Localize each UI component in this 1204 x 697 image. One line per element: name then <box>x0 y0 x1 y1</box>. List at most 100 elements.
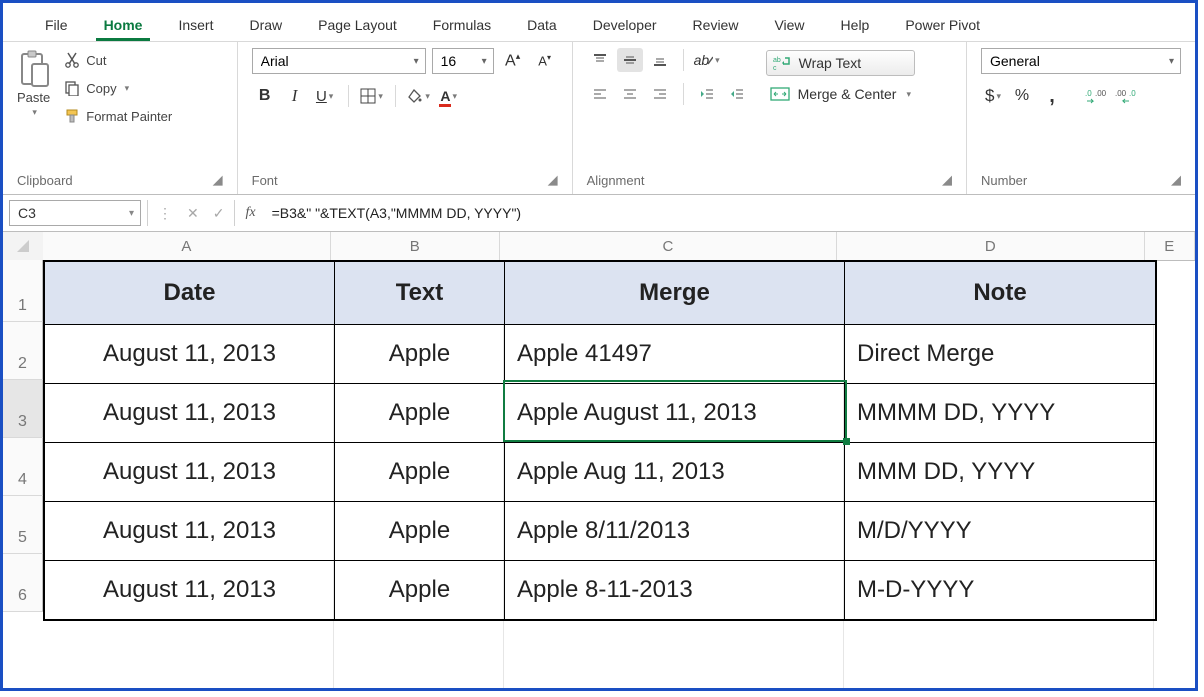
align-bottom-button[interactable] <box>647 48 673 72</box>
table-cell[interactable]: MMMM DD, YYYY <box>845 384 1155 442</box>
align-top-button[interactable] <box>587 48 613 72</box>
dialog-launcher-icon[interactable]: ◢ <box>213 172 223 188</box>
table-cell[interactable]: Apple <box>335 502 505 560</box>
decrease-font-button[interactable]: A▾ <box>532 49 558 73</box>
tab-data[interactable]: Data <box>509 11 575 41</box>
increase-indent-button[interactable] <box>724 82 750 106</box>
worksheet[interactable]: ABCDE 123456 DateTextMergeNote August 11,… <box>3 232 1195 691</box>
table-cell[interactable]: Apple 8-11-2013 <box>505 561 845 619</box>
borders-button[interactable]: ▾ <box>359 84 385 108</box>
table-cell[interactable]: August 11, 2013 <box>45 384 335 442</box>
table-header[interactable]: Date <box>45 262 335 324</box>
table-cell[interactable]: M/D/YYYY <box>845 502 1155 560</box>
align-left-button[interactable] <box>587 82 613 106</box>
italic-button[interactable]: I <box>282 84 308 108</box>
cancel-icon[interactable]: ✕ <box>187 205 199 222</box>
formula-bar: C3▾ ⋮ ✕ ✓ fx =B3&" "&TEXT(A3,"MMMM DD, Y… <box>3 195 1195 232</box>
fill-color-button[interactable]: ▾ <box>406 84 432 108</box>
table-cell[interactable]: Apple <box>335 325 505 383</box>
excel-window: FileHomeInsertDrawPage LayoutFormulasDat… <box>0 0 1198 691</box>
underline-button[interactable]: U▾ <box>312 84 338 108</box>
separator <box>683 83 684 105</box>
comma-button[interactable]: , <box>1039 84 1065 108</box>
font-size-input[interactable] <box>439 52 478 70</box>
fx-label[interactable]: fx <box>235 205 265 221</box>
table-cell[interactable]: Apple <box>335 443 505 501</box>
cut-button[interactable]: Cut <box>60 50 176 70</box>
name-box[interactable]: C3▾ <box>9 200 141 226</box>
dialog-launcher-icon[interactable]: ◢ <box>942 172 952 188</box>
bold-button[interactable]: B <box>252 84 278 108</box>
row-header-5[interactable]: 5 <box>3 496 43 554</box>
svg-text:.00: .00 <box>1115 89 1127 98</box>
table-cell[interactable]: M-D-YYYY <box>845 561 1155 619</box>
row-header-6[interactable]: 6 <box>3 554 43 612</box>
table-cell[interactable]: Apple <box>335 561 505 619</box>
tab-insert[interactable]: Insert <box>160 11 231 41</box>
table-cell[interactable]: Apple August 11, 2013 <box>505 384 845 442</box>
number-format-combo[interactable]: ▾ <box>981 48 1181 74</box>
wrap-text-button[interactable]: abc Wrap Text <box>766 50 915 76</box>
table-cell[interactable]: August 11, 2013 <box>45 561 335 619</box>
decrease-decimal-button[interactable]: .00.0 <box>1113 84 1139 108</box>
enter-icon[interactable]: ✓ <box>213 205 225 222</box>
col-header-D[interactable]: D <box>837 232 1145 260</box>
table-cell[interactable]: Apple <box>335 384 505 442</box>
chevron-down-icon: ▾ <box>125 83 130 94</box>
copy-button[interactable]: Copy ▾ <box>60 78 176 98</box>
align-right-button[interactable] <box>647 82 673 106</box>
table-cell[interactable]: Apple Aug 11, 2013 <box>505 443 845 501</box>
col-header-C[interactable]: C <box>500 232 837 260</box>
tab-power-pivot[interactable]: Power Pivot <box>887 11 998 41</box>
table-cell[interactable]: Direct Merge <box>845 325 1155 383</box>
row-header-3[interactable]: 3 <box>3 380 43 438</box>
tab-review[interactable]: Review <box>675 11 757 41</box>
decrease-indent-button[interactable] <box>694 82 720 106</box>
font-name-combo[interactable]: ▾ <box>252 48 426 74</box>
tab-draw[interactable]: Draw <box>231 11 300 41</box>
row-header-4[interactable]: 4 <box>3 438 43 496</box>
row-header-1[interactable]: 1 <box>3 260 43 322</box>
tab-formulas[interactable]: Formulas <box>415 11 509 41</box>
format-painter-button[interactable]: Format Painter <box>60 106 176 126</box>
percent-button[interactable]: % <box>1009 84 1035 108</box>
tab-help[interactable]: Help <box>823 11 888 41</box>
tab-view[interactable]: View <box>756 11 822 41</box>
select-all-corner[interactable] <box>3 232 44 261</box>
chevron-down-icon: ▾ <box>378 91 383 102</box>
increase-decimal-button[interactable]: .0.00 <box>1083 84 1109 108</box>
table-cell[interactable]: August 11, 2013 <box>45 502 335 560</box>
tab-file[interactable]: File <box>27 11 86 41</box>
col-header-B[interactable]: B <box>331 232 500 260</box>
font-name-input[interactable] <box>259 52 410 70</box>
table-cell[interactable]: Apple 41497 <box>505 325 845 383</box>
grid-area[interactable]: DateTextMergeNoteAugust 11, 2013AppleApp… <box>43 260 1195 691</box>
font-color-button[interactable]: A▾ <box>436 84 462 108</box>
merge-center-button[interactable]: Merge & Center ▾ <box>766 84 915 104</box>
table-header[interactable]: Text <box>335 262 505 324</box>
align-middle-button[interactable] <box>617 48 643 72</box>
font-size-combo[interactable]: ▾ <box>432 48 494 74</box>
dialog-launcher-icon[interactable]: ◢ <box>548 172 558 188</box>
tab-page-layout[interactable]: Page Layout <box>300 11 415 41</box>
row-header-2[interactable]: 2 <box>3 322 43 380</box>
accounting-format-button[interactable]: $▾ <box>981 84 1005 108</box>
table-cell[interactable]: August 11, 2013 <box>45 325 335 383</box>
number-format-input[interactable] <box>988 52 1165 70</box>
table-cell[interactable]: August 11, 2013 <box>45 443 335 501</box>
table-header[interactable]: Merge <box>505 262 845 324</box>
table-cell[interactable]: Apple 8/11/2013 <box>505 502 845 560</box>
increase-font-button[interactable]: A▴ <box>500 49 526 73</box>
col-header-A[interactable]: A <box>43 232 331 260</box>
table-cell[interactable]: MMM DD, YYYY <box>845 443 1155 501</box>
col-header-E[interactable]: E <box>1145 232 1195 260</box>
table-header[interactable]: Note <box>845 262 1155 324</box>
align-center-button[interactable] <box>617 82 643 106</box>
paste-button[interactable]: Paste ▾ <box>17 48 50 126</box>
tab-home[interactable]: Home <box>86 11 161 41</box>
dialog-launcher-icon[interactable]: ◢ <box>1171 172 1181 188</box>
orientation-button[interactable]: ab▾ <box>694 48 720 72</box>
formula-text[interactable]: =B3&" "&TEXT(A3,"MMMM DD, YYYY") <box>266 205 522 221</box>
tab-developer[interactable]: Developer <box>575 11 675 41</box>
bucket-icon <box>407 88 423 104</box>
